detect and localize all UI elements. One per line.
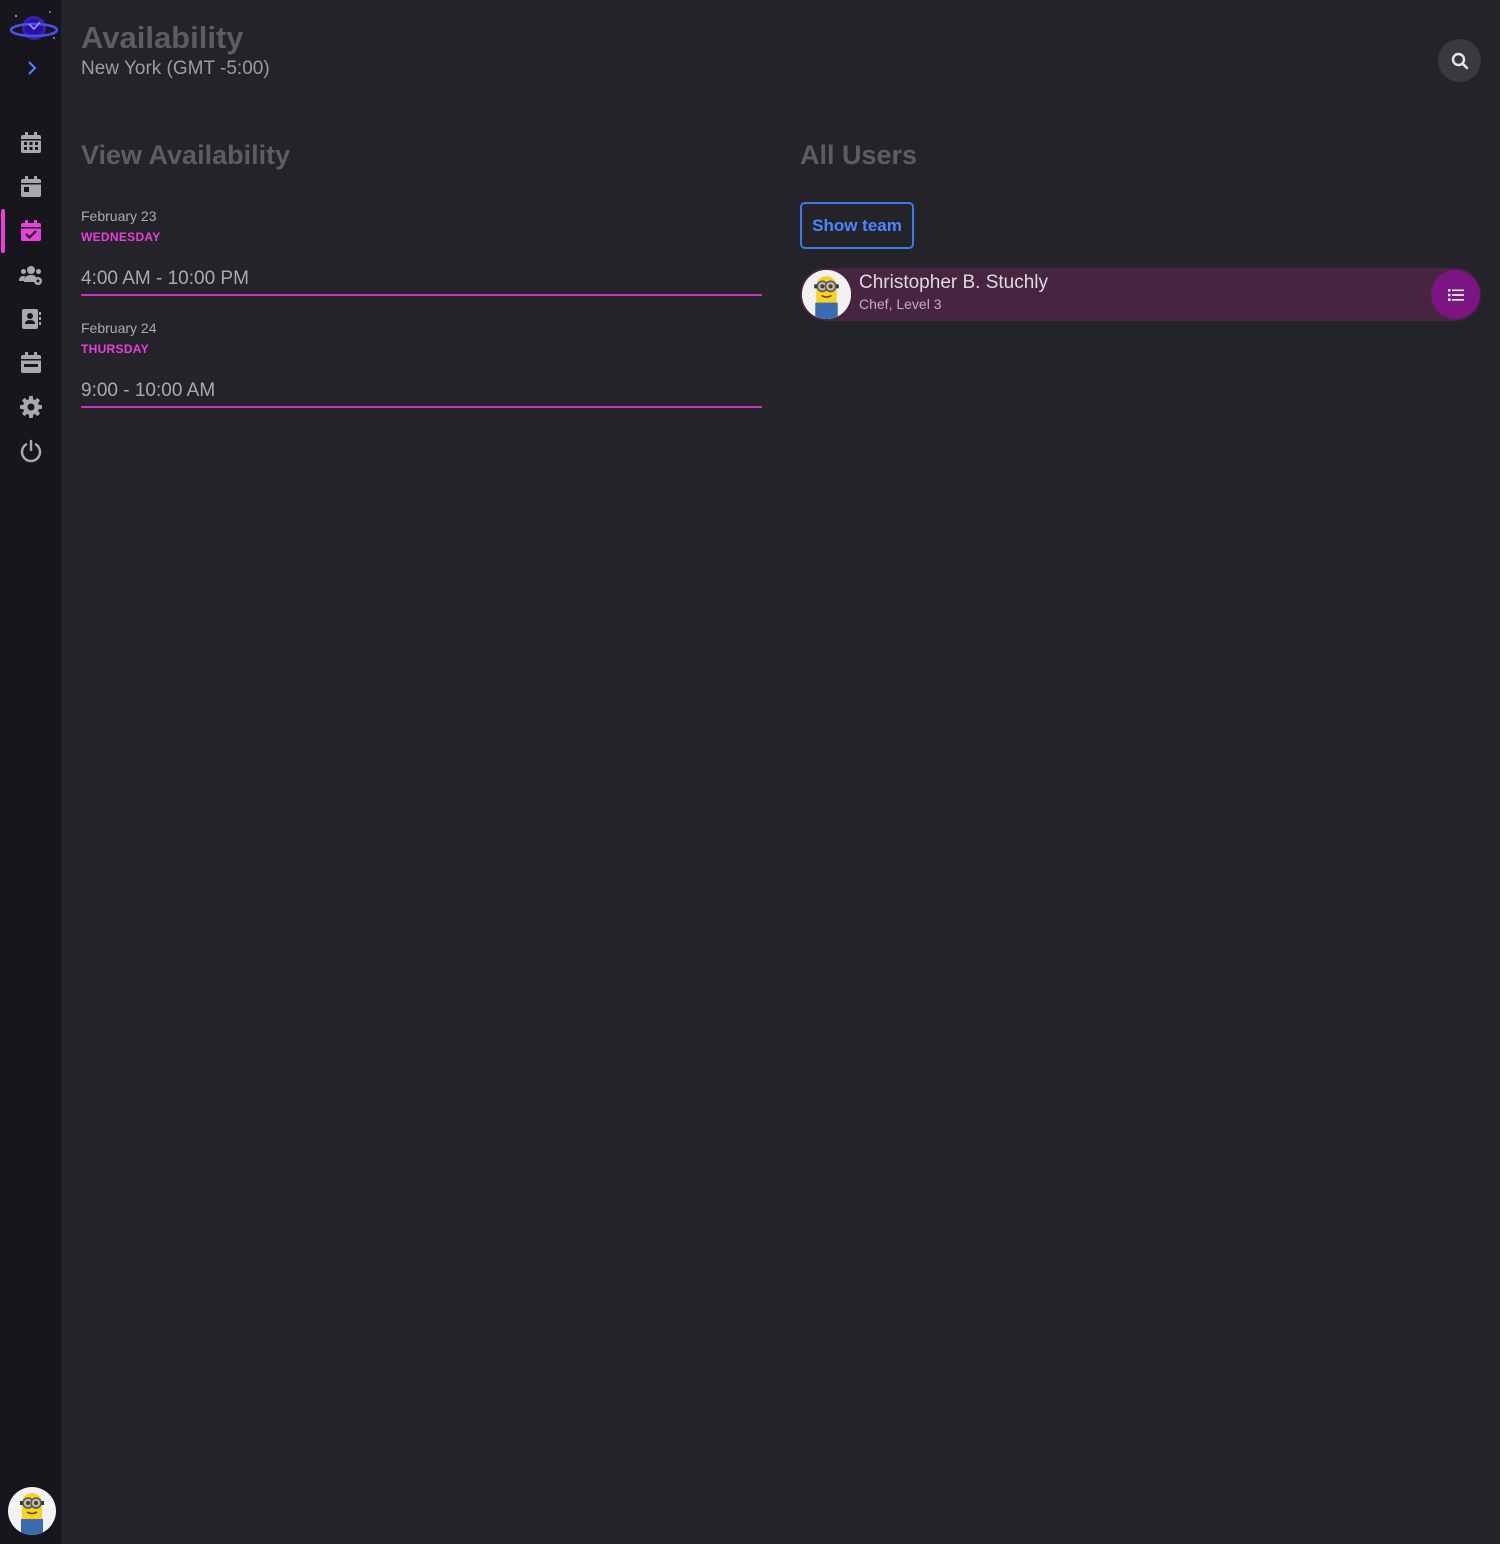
- contact-book-icon: [21, 309, 41, 329]
- chevron-right-icon: [28, 61, 37, 75]
- user-avatar: [802, 270, 851, 319]
- view-availability-heading: View Availability: [81, 140, 291, 170]
- planet-logo-icon[interactable]: [9, 6, 59, 48]
- sidebar-item-team[interactable]: [0, 255, 61, 295]
- calendar-week-icon: [20, 352, 41, 373]
- show-team-button[interactable]: Show team: [800, 202, 914, 249]
- sidebar-item-schedule[interactable]: [0, 123, 61, 163]
- calendar-day-icon: [20, 176, 41, 197]
- day-date: February 24: [81, 320, 157, 336]
- sidebar-item-logout[interactable]: [0, 431, 61, 471]
- day-weekday: WEDNESDAY: [81, 230, 161, 244]
- search-icon: [1451, 52, 1468, 69]
- calendar-grid-icon: [20, 132, 41, 153]
- user-role: Chef, Level 3: [859, 296, 942, 312]
- power-icon: [20, 439, 41, 463]
- availability-time-field[interactable]: 4:00 AM - 10:00 PM: [81, 268, 762, 296]
- day-weekday: THURSDAY: [81, 342, 149, 356]
- user-name: Christopher B. Stuchly: [859, 272, 1049, 293]
- search-button[interactable]: [1438, 39, 1481, 82]
- user-list-item[interactable]: Christopher B. Stuchly Chef, Level 3: [800, 268, 1481, 321]
- user-details-button[interactable]: [1431, 270, 1480, 319]
- expand-sidebar-button[interactable]: [21, 56, 43, 80]
- timezone-label: New York (GMT -5:00): [81, 58, 270, 79]
- sidebar-item-settings[interactable]: [0, 387, 61, 427]
- page-title: Availability: [81, 20, 244, 55]
- day-date: February 23: [81, 208, 157, 224]
- sidebar-item-calendar[interactable]: [0, 343, 61, 383]
- current-user-avatar[interactable]: [8, 1487, 56, 1535]
- gear-icon: [19, 396, 42, 418]
- sidebar: [0, 0, 61, 1544]
- all-users-heading: All Users: [800, 140, 918, 170]
- availability-time-field[interactable]: 9:00 - 10:00 AM: [81, 380, 762, 408]
- sidebar-item-contacts[interactable]: [0, 299, 61, 339]
- calendar-check-icon: [20, 220, 41, 241]
- sidebar-item-day[interactable]: [0, 167, 61, 207]
- sidebar-item-availability[interactable]: [0, 209, 61, 253]
- users-cog-icon: [18, 266, 42, 285]
- list-icon: [1447, 288, 1464, 301]
